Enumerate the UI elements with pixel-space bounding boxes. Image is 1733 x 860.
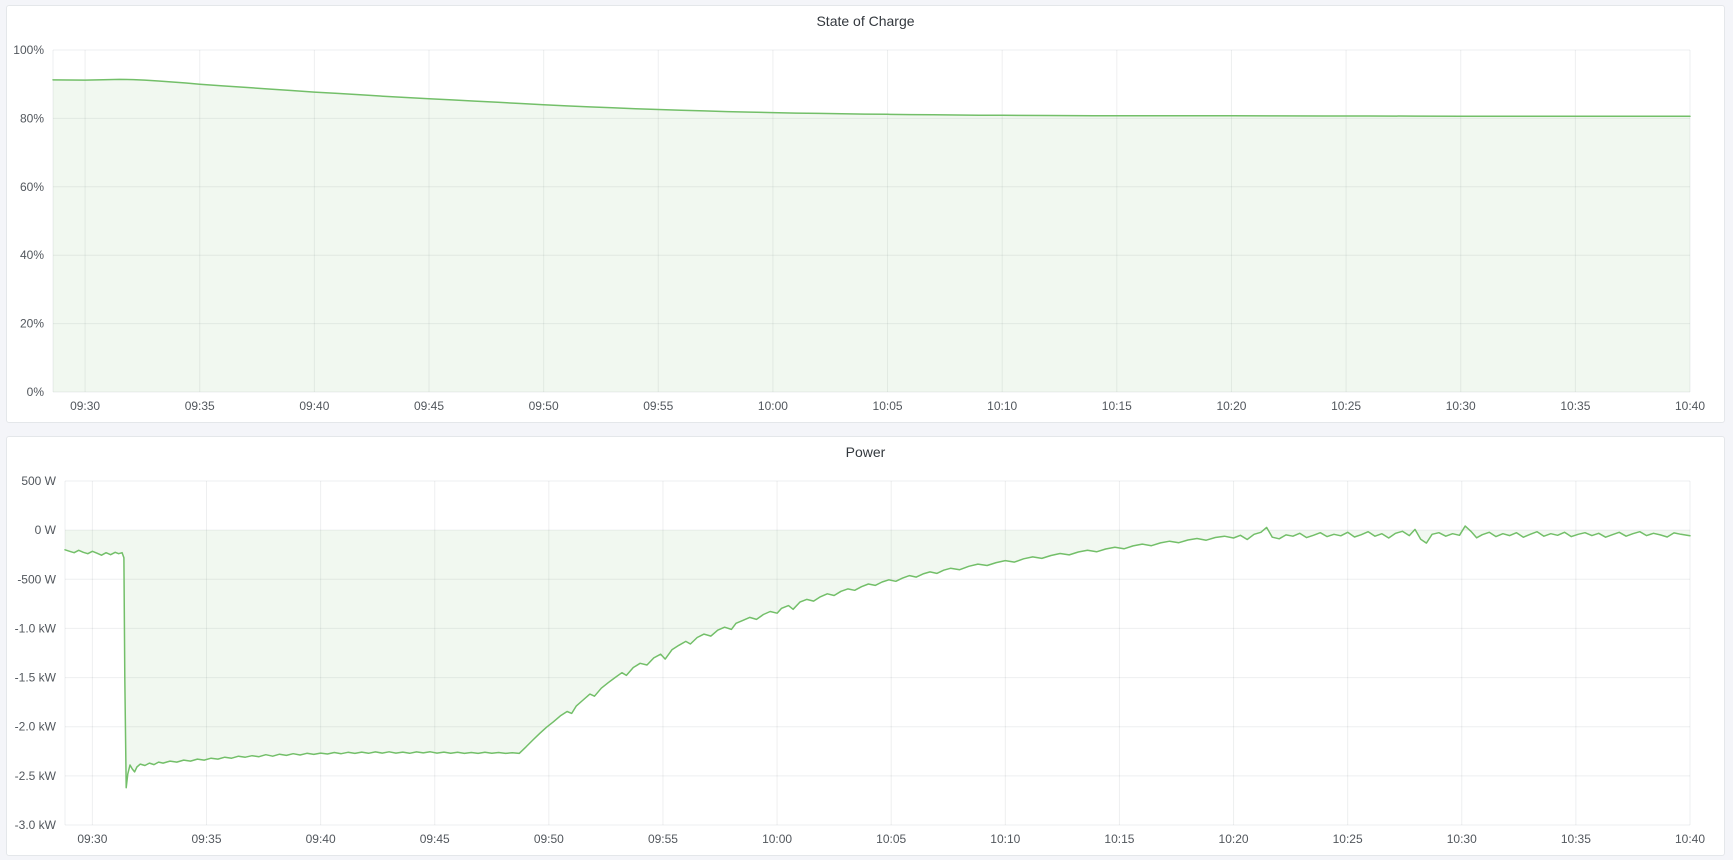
- y-tick-label: 80%: [20, 111, 44, 125]
- y-tick-label: -3.0 kW: [15, 818, 57, 832]
- x-tick-label: 10:05: [876, 832, 906, 846]
- state-of-charge-chart-canvas[interactable]: 0% 20% 40% 60% 80% 100% 09:30 09:35 09:40 09:45 09…: [7, 36, 1724, 422]
- panel-title-state-of-charge[interactable]: State of Charge: [7, 6, 1724, 36]
- panel-state-of-charge: State of Charge 0%20%40%60%80%100%09:300…: [6, 5, 1725, 423]
- y-tick-label: 60%: [20, 180, 44, 194]
- x-tick-label: 10:25: [1333, 832, 1363, 846]
- power-chart-canvas[interactable]: 500 W 0 W -500 W -1.0 kW -1.5 kW -2.0 kW -2.5 …: [7, 467, 1724, 855]
- series-area: [53, 79, 1690, 392]
- x-tick-label: 09:35: [191, 832, 221, 846]
- x-tick-label: 10:00: [762, 832, 792, 846]
- x-tick-label: 10:40: [1675, 399, 1705, 413]
- x-tick-label: 09:50: [534, 832, 564, 846]
- x-tick-label: 10:10: [987, 399, 1017, 413]
- series-area: [65, 526, 1690, 788]
- x-tick-label: 09:35: [185, 399, 215, 413]
- y-tick-label: -500 W: [17, 572, 56, 586]
- x-tick-label: 09:30: [77, 832, 107, 846]
- y-tick-label: -1.5 kW: [15, 671, 57, 685]
- x-tick-label: 10:20: [1219, 832, 1249, 846]
- x-tick-label: 10:30: [1446, 399, 1476, 413]
- x-tick-label: 10:05: [873, 399, 903, 413]
- x-tick-label: 10:40: [1675, 832, 1705, 846]
- x-tick-label: 09:45: [414, 399, 444, 413]
- y-tick-label: -2.0 kW: [15, 720, 57, 734]
- x-tick-label: 10:25: [1331, 399, 1361, 413]
- y-tick-label: -1.0 kW: [15, 621, 57, 635]
- panel-title-power[interactable]: Power: [7, 437, 1724, 467]
- y-tick-label: 40%: [20, 248, 44, 262]
- x-tick-label: 10:15: [1102, 399, 1132, 413]
- x-tick-label: 09:55: [648, 832, 678, 846]
- x-tick-label: 10:00: [758, 399, 788, 413]
- y-tick-label: 0%: [27, 385, 45, 399]
- y-tick-label: 100%: [13, 43, 44, 57]
- x-tick-label: 09:55: [643, 399, 673, 413]
- y-tick-label: 20%: [20, 317, 44, 331]
- x-tick-label: 10:35: [1561, 832, 1591, 846]
- x-tick-label: 10:15: [1104, 832, 1134, 846]
- panel-power: Power 500 W 0 W -500 W -1.0 kW -1.5 kW -2.0 k…: [6, 436, 1725, 856]
- y-tick-label: -2.5 kW: [15, 769, 57, 783]
- y-tick-label: 500 W: [21, 474, 56, 488]
- x-tick-label: 09:40: [306, 832, 336, 846]
- x-tick-label: 10:35: [1560, 399, 1590, 413]
- x-tick-label: 09:30: [70, 399, 100, 413]
- x-tick-label: 10:20: [1216, 399, 1246, 413]
- x-tick-label: 09:40: [299, 399, 329, 413]
- y-tick-label: 0 W: [35, 523, 57, 537]
- x-tick-label: 10:30: [1447, 832, 1477, 846]
- dashboard: { "page": { "background_color": "#f4f5f9…: [0, 0, 1733, 860]
- x-tick-label: 09:45: [420, 832, 450, 846]
- x-tick-label: 09:50: [529, 399, 559, 413]
- x-tick-label: 10:10: [990, 832, 1020, 846]
